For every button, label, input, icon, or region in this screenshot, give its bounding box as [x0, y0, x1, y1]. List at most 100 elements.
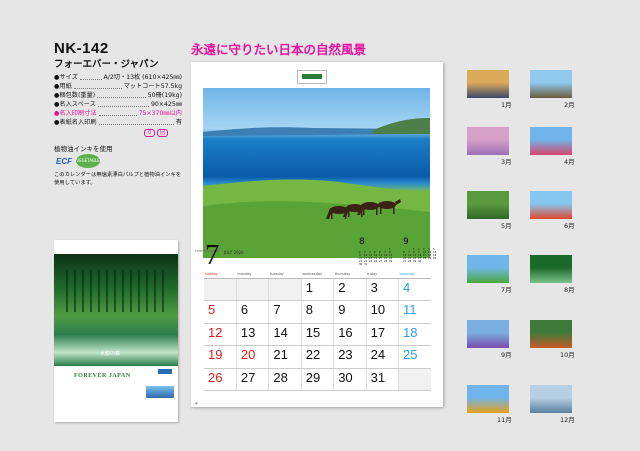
day-cell: 7: [268, 300, 302, 324]
spec-leader: [79, 73, 102, 80]
month-thumbnail: [530, 191, 572, 219]
spec-value: 50冊(19kg): [147, 92, 182, 99]
spec-item: サイズ A/2切・13枚 (610×425㎜): [54, 73, 182, 82]
mini-calendar-grid: 1 2 3 4 5 6 7 8 9 10 11 12 13 14 15 16 17 18 19 20 21 22 23 24 2…: [359, 248, 393, 266]
day-cell: 6: [236, 300, 270, 324]
weekday-header: wednesday: [301, 271, 334, 279]
day-cell: [236, 278, 270, 301]
product-code: NK-142: [54, 40, 109, 57]
ecf-logo-icon: ECF: [56, 156, 72, 166]
spec-key: 表紙名入印刷: [54, 118, 96, 127]
day-cell: 10: [366, 300, 400, 324]
day-cell: [204, 278, 237, 301]
spec-value: マットコート57.5kg: [123, 83, 182, 90]
day-cell: 17: [366, 323, 400, 346]
month-thumbnail: [530, 385, 572, 413]
week-row: 26 27 28 29 30 31: [204, 368, 431, 391]
month-thumbnail-label: 10月: [560, 351, 575, 359]
day-cell: 15: [301, 323, 335, 346]
spec-leader: [97, 91, 146, 98]
month-thumbnail-label: 9月: [501, 351, 512, 359]
weekday-header: monday: [236, 271, 269, 279]
spec-leader: [73, 82, 122, 89]
spec-list: サイズ A/2切・13枚 (610×425㎜) 用紙 マットコート57.5kg 梱包数(…: [54, 73, 182, 127]
page-footer-mark: ●: [195, 401, 198, 405]
product-name: フォーエバー・ジャパン: [54, 59, 159, 70]
month-thumbnail-label: 11月: [497, 416, 512, 424]
cover-mini-photo: [146, 386, 174, 398]
month-thumbnail-label: 8月: [564, 286, 575, 294]
week-row: 5 6 7 8 9 10 11: [204, 300, 431, 324]
day-cell: 21: [268, 345, 302, 369]
spec-key: 用紙: [54, 82, 71, 91]
eco-ink-title: 植物油インキを使用: [54, 145, 113, 153]
vegetable-oil-ink-logo-icon: VEGETABLE OIL INK: [76, 154, 100, 177]
weekday-header: friday: [366, 271, 399, 279]
spec-value: A/2切・13枚 (610×425㎜): [103, 74, 182, 81]
spec-key: サイズ: [54, 73, 77, 82]
cover-tag: [158, 369, 172, 374]
month-thumbnail: [467, 320, 509, 348]
day-cell: 18: [398, 323, 431, 346]
spec-item: 名入印刷寸法 75×370㎜以内: [54, 109, 182, 118]
month-thumbnail: [467, 255, 509, 283]
spec-value: 75×370㎜以内: [138, 110, 182, 117]
badge: 0: [144, 129, 155, 137]
day-cell: 4: [398, 278, 431, 301]
spec-key: 名入印刷寸法: [54, 109, 96, 118]
mini-calendar-month: 8: [359, 237, 365, 247]
day-cell: 20: [236, 345, 270, 369]
cover-thumbnail: 水鏡の森 FOREVER JAPAN: [54, 240, 178, 422]
spec-leader: [98, 118, 174, 125]
weekday-header: tuesday: [268, 271, 302, 279]
badge: 回: [157, 129, 168, 137]
month-thumbnail: [467, 385, 509, 413]
month-thumbnail: [530, 127, 572, 155]
page-logo-icon: [297, 70, 327, 84]
month-grid: sunday monday tuesday wednesday thursday frid…: [204, 271, 431, 391]
cover-photo: 水鏡の森: [54, 254, 178, 366]
day-cell: 27: [236, 368, 270, 391]
spec-item: 名入スペース 90×425㎜: [54, 100, 182, 109]
week-row: 19 20 21 22 23 24 25: [204, 345, 431, 369]
badge-group: 0 回: [144, 129, 168, 137]
day-cell: 16: [333, 323, 367, 346]
product-tagline: 永遠に守りたい日本の自然風景: [191, 42, 367, 57]
month-thumbnail-label: 4月: [564, 158, 575, 166]
weekday-header: saturday: [398, 271, 431, 279]
month-thumbnail-label: 7月: [501, 286, 512, 294]
day-cell: 11: [398, 300, 431, 324]
mini-calendar-month: 9: [403, 237, 409, 247]
hero-photo: [203, 88, 430, 258]
month-thumbnail-label: 2月: [564, 101, 575, 109]
spec-key: 梱包数(重量): [54, 91, 95, 100]
spec-leader: [98, 109, 137, 116]
month-caption: JULY 2026: [224, 250, 244, 255]
cover-brand: FOREVER JAPAN: [74, 373, 131, 379]
mini-calendar-next: 9 1 2 3 4 5 6 7 8 9 10 11 12 13 14 15 16 17 18 19 20 21 22 23 2…: [403, 237, 437, 264]
day-cell: 2: [333, 278, 367, 301]
spec-item: 表紙名入印刷 有: [54, 118, 182, 127]
day-cell: 3: [366, 278, 400, 301]
day-cell: 9: [333, 300, 367, 324]
month-thumbnail: [530, 70, 572, 98]
day-cell: 19: [204, 345, 237, 369]
day-cell: 12: [204, 323, 237, 346]
day-cell: 14: [268, 323, 302, 346]
day-cell: 31: [366, 368, 400, 391]
spec-leader: [97, 100, 149, 107]
day-cell: 29: [301, 368, 335, 391]
spec-value: 有: [175, 119, 182, 126]
day-cell: 25: [398, 345, 431, 369]
day-cell: 5: [204, 300, 237, 324]
cover-title: 水鏡の森: [100, 351, 121, 357]
month-thumbnail: [467, 191, 509, 219]
month-thumbnail: [467, 127, 509, 155]
month-thumbnail-label: 6月: [564, 222, 575, 230]
month-thumbnail-label: 12月: [560, 416, 575, 424]
day-cell: 13: [236, 323, 270, 346]
horses-on-coast-photo: [203, 118, 430, 258]
month-thumbnail-label: 5月: [501, 222, 512, 230]
mini-calendar-prev: 8 1 2 3 4 5 6 7 8 9 10 11 12 13 14 15 16 17 18 19 20 21 22 23 2…: [359, 237, 393, 267]
week-row: 1234: [204, 278, 431, 301]
